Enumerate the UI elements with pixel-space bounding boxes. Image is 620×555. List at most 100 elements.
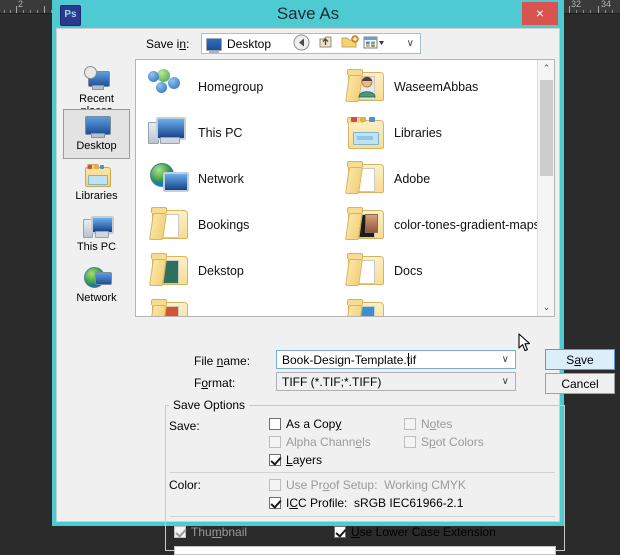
list-item[interactable]: Network (148, 158, 348, 204)
desktop-icon (83, 113, 111, 139)
checkbox-box (404, 418, 416, 430)
place-label: Network (76, 292, 117, 304)
list-item-label: Homegroup (198, 80, 264, 94)
checkbox-as-a-copy[interactable]: As a Copy (269, 417, 341, 431)
folder-icon (344, 252, 386, 292)
divider (170, 516, 555, 517)
list-item[interactable]: Adobe (344, 158, 544, 204)
save-in-label: Save in: (146, 37, 190, 51)
places-bar: Recent places Desktop Libraries (61, 59, 132, 317)
file-list-scrollbar[interactable]: ⌃ ⌄ (537, 60, 554, 316)
list-item[interactable]: Docs (344, 250, 544, 296)
checkbox-box (174, 526, 186, 538)
dialog-title-bar: Ps Save As × (52, 0, 564, 28)
cancel-button[interactable]: Cancel (545, 373, 615, 394)
place-label: Libraries (75, 190, 118, 202)
checkbox-use-lower-case-extension[interactable]: Use Lower Case Extension (334, 525, 496, 539)
file-list[interactable]: Homegroup WaseemAbbas This PC Libraries … (135, 59, 555, 317)
checkbox-box[interactable] (269, 454, 281, 466)
chevron-down-icon: ∨ (501, 354, 509, 365)
checkbox-notes: Notes (404, 417, 452, 431)
list-item-label: Bookings (198, 218, 250, 232)
folder-icon (148, 252, 190, 292)
checkbox-use-proof-setup: Use Proof Setup: Working CMYK (269, 478, 466, 492)
dialog-title: Save As (276, 4, 340, 23)
format-dropdown[interactable]: TIFF (*.TIF;*.TIFF) ∨ (276, 372, 516, 391)
place-label: Desktop (76, 140, 117, 152)
user-folder-icon (344, 68, 386, 108)
list-item[interactable]: color-tones-gradient-maps (344, 204, 544, 250)
divider (170, 472, 555, 473)
ruler-label-34: 34 (601, 0, 612, 9)
homegroup-icon (148, 68, 190, 108)
list-item[interactable]: Bookings (148, 204, 348, 250)
checkbox-box (404, 436, 416, 448)
recent-places-icon (83, 66, 111, 92)
save-in-row: Save in: Desktop ∨ (57, 29, 559, 59)
save-in-dropdown[interactable]: Desktop ∨ (201, 33, 421, 54)
save-as-dialog: Ps Save As × Save in: Desktop ∨ Recent D… (52, 0, 615, 555)
scroll-up-icon[interactable]: ⌃ (538, 60, 554, 77)
checkbox-box[interactable] (334, 526, 346, 538)
file-name-value: Book-Design-Template.tif (282, 353, 417, 367)
folder-icon (148, 206, 190, 246)
folder-icon (148, 298, 190, 316)
list-item[interactable]: Homegroup (148, 66, 348, 112)
new-folder-button[interactable] (340, 34, 359, 53)
computer-icon (148, 114, 190, 154)
network-icon (83, 265, 112, 291)
checkbox-box[interactable] (269, 418, 281, 430)
text-caret (408, 353, 409, 366)
list-item[interactable]: Dekstop (148, 250, 348, 296)
scroll-down-icon[interactable]: ⌄ (538, 299, 554, 316)
bottom-info-box (174, 546, 556, 555)
chevron-down-icon: ∨ (406, 38, 414, 49)
views-button[interactable] (363, 34, 384, 53)
proof-setup-value: Working CMYK (384, 478, 466, 492)
list-item-label: This PC (198, 126, 243, 140)
checkbox-thumbnail: Thumbnail (174, 525, 247, 539)
ruler-label-2: 2 (18, 0, 24, 9)
list-item[interactable]: This PC (148, 112, 348, 158)
color-section-label: Color: (169, 478, 202, 492)
checkbox-alpha-channels: Alpha Channels (269, 435, 371, 449)
up-one-level-button[interactable] (316, 34, 335, 53)
list-item-partial[interactable] (344, 296, 544, 316)
checkbox-spot-colors: Spot Colors (404, 435, 484, 449)
place-network[interactable]: Network (63, 262, 130, 312)
folder-icon (344, 206, 386, 246)
libraries-icon (344, 114, 386, 154)
list-item[interactable]: WaseemAbbas (344, 66, 544, 112)
save-in-value: Desktop (227, 37, 272, 51)
save-options-legend: Save Options (169, 398, 250, 412)
file-name-label: File name: (194, 354, 251, 368)
list-item-label: WaseemAbbas (394, 80, 479, 94)
desktop-icon (206, 38, 222, 53)
format-value: TIFF (*.TIF;*.TIFF) (282, 375, 382, 389)
format-label: Format: (194, 376, 236, 390)
place-this-pc[interactable]: This PC (63, 211, 130, 261)
place-recent-places[interactable]: Recent places (63, 63, 130, 117)
place-libraries[interactable]: Libraries (63, 160, 130, 210)
back-button[interactable] (292, 34, 311, 53)
list-item-label: Libraries (394, 126, 442, 140)
place-label: This PC (76, 241, 117, 253)
checkbox-layers[interactable]: Layers (269, 453, 322, 467)
list-item-partial[interactable] (148, 296, 348, 316)
list-item-label: color-tones-gradient-maps (394, 218, 540, 232)
checkbox-icc-profile[interactable]: ICC Profile: sRGB IEC61966-2.1 (269, 496, 463, 510)
list-item-label: Adobe (394, 172, 431, 186)
place-desktop[interactable]: Desktop (63, 109, 130, 159)
network-icon (148, 160, 190, 200)
checkbox-box (269, 479, 281, 491)
checkbox-box[interactable] (269, 497, 281, 509)
close-icon[interactable]: × (522, 2, 558, 25)
save-button[interactable]: Save (545, 349, 615, 370)
list-item-label: Docs (394, 264, 423, 278)
list-item[interactable]: Libraries (344, 112, 544, 158)
libraries-icon (83, 163, 111, 189)
folder-icon (344, 160, 386, 200)
scrollbar-thumb[interactable] (540, 80, 553, 176)
file-name-input[interactable]: Book-Design-Template.tif ∨ (276, 350, 516, 369)
list-item-label: Dekstop (198, 264, 244, 278)
